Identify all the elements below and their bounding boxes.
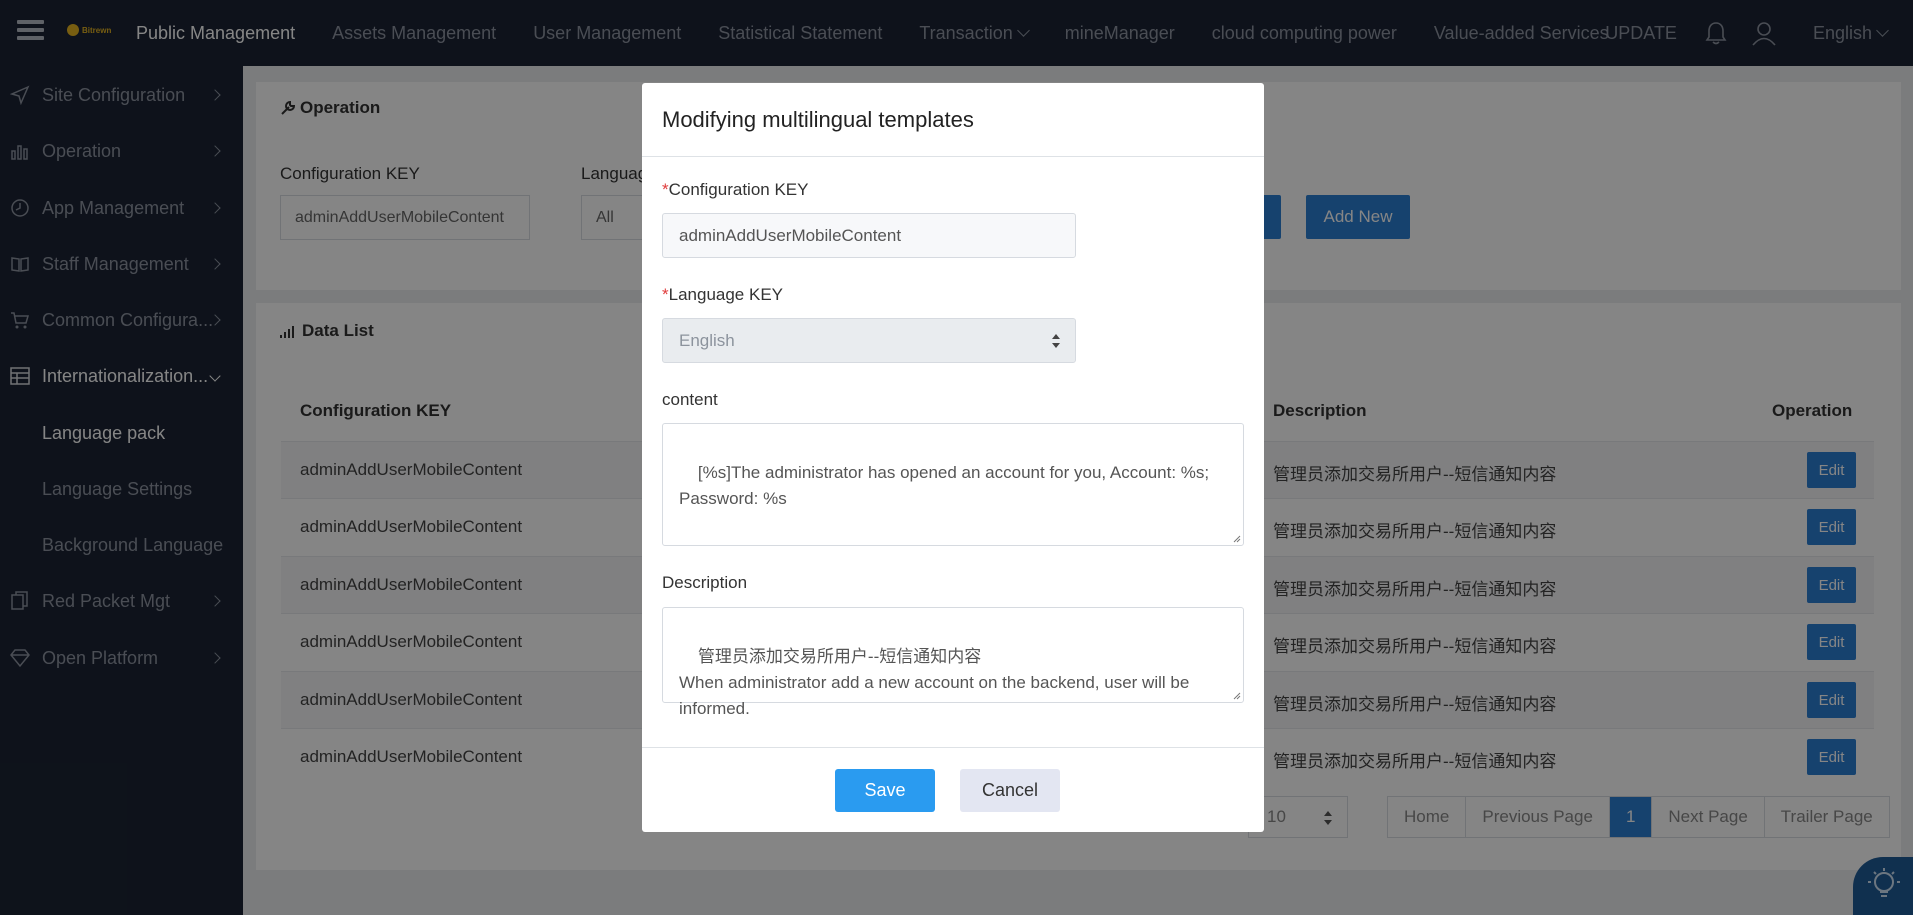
sort-arrows-icon bbox=[1052, 334, 1060, 348]
language-key-value: English bbox=[679, 330, 735, 350]
description-text: 管理员添加交易所用户--短信通知内容 When administrator ad… bbox=[679, 647, 1190, 718]
content-textarea[interactable]: [%s]The administrator has opened an acco… bbox=[662, 423, 1244, 546]
config-key-label-text: Configuration KEY bbox=[668, 180, 809, 199]
description-label: Description bbox=[662, 573, 748, 592]
resize-grip-icon[interactable] bbox=[1231, 690, 1241, 700]
edit-template-modal: Modifying multilingual templates *Config… bbox=[642, 83, 1264, 832]
description-textarea[interactable]: 管理员添加交易所用户--短信通知内容 When administrator ad… bbox=[662, 607, 1244, 718]
config-key-label: *Configuration KEY bbox=[662, 180, 809, 200]
modal-title: Modifying multilingual templates bbox=[662, 107, 974, 132]
required-mark: * bbox=[662, 180, 669, 199]
language-key-select[interactable]: English bbox=[662, 318, 1076, 363]
save-button[interactable]: Save bbox=[835, 769, 935, 812]
modal-header-divider bbox=[642, 156, 1264, 157]
language-key-label-text: Language KEY bbox=[668, 285, 784, 304]
required-mark: * bbox=[662, 285, 669, 304]
modal-footer-divider bbox=[642, 747, 1264, 748]
content-label: content bbox=[662, 390, 718, 409]
cancel-button[interactable]: Cancel bbox=[960, 769, 1060, 812]
content-text: [%s]The administrator has opened an acco… bbox=[679, 463, 1210, 508]
language-key-label: *Language KEY bbox=[662, 285, 783, 305]
config-key-input[interactable]: adminAddUserMobileContent bbox=[662, 213, 1076, 258]
resize-grip-icon[interactable] bbox=[1231, 533, 1241, 543]
